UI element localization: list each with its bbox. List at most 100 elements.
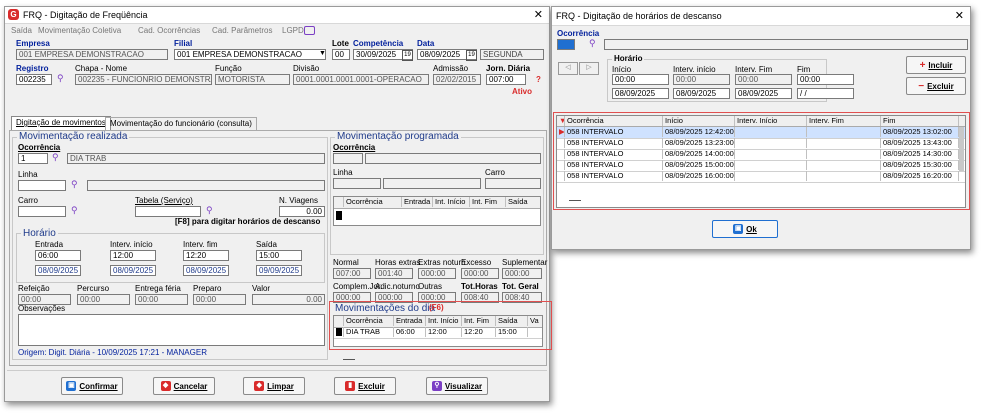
entrega-field[interactable]: 00:00 xyxy=(135,294,188,305)
carro-field[interactable] xyxy=(18,206,66,217)
excesso-field: 000:00 xyxy=(461,268,499,279)
origem-text: Origem: Digit. Diária - 10/09/2025 17:21… xyxy=(18,348,207,357)
registro-field[interactable]: 002235 xyxy=(16,74,52,85)
ocorrencia-desc xyxy=(604,39,968,50)
cancel-button[interactable]: ◆ Cancelar xyxy=(153,377,215,395)
outras-label: Outras xyxy=(418,282,443,291)
programada-grid[interactable]: Ocorrência Entrada Int. Início Int. Fim … xyxy=(333,196,541,226)
empresa-field[interactable]: 001 EMPRESA DEMONSTRACAO xyxy=(16,49,168,60)
excesso-label: Excesso xyxy=(461,258,492,267)
interv-fim-time-field[interactable]: 00:00 xyxy=(735,74,792,85)
close-icon[interactable]: ✕ xyxy=(534,8,543,21)
inicio-date-field[interactable]: 08/09/2025 xyxy=(612,88,669,99)
interv-inicio-time-field[interactable]: 00:00 xyxy=(673,74,730,85)
menu-cad-parametros[interactable]: Cad. Parâmetros xyxy=(212,26,272,35)
entrada-label: Entrada xyxy=(35,240,64,249)
saida-date-field[interactable]: 09/09/2025 xyxy=(256,265,302,276)
breaks-window: FRQ - Digitação de horários de descanso … xyxy=(551,6,971,250)
remove-button[interactable]: − Excluir xyxy=(906,77,966,95)
filial-select[interactable]: 001 EMPRESA DEMONSTRACAO xyxy=(174,49,326,60)
observacoes-field[interactable] xyxy=(18,314,325,346)
menu-movimentacao-coletiva[interactable]: Movimentação Coletiva xyxy=(38,26,121,35)
search-icon[interactable]: ⚲ xyxy=(71,179,78,190)
prog-carro-field xyxy=(485,178,541,189)
remove-icon: − xyxy=(918,80,925,92)
saida-time-field[interactable]: 15:00 xyxy=(256,250,302,261)
linha-field[interactable] xyxy=(18,180,66,191)
interv-inicio-date-field[interactable]: 08/09/2025 xyxy=(110,265,156,276)
delete-button[interactable]: ▮ Excluir xyxy=(334,377,396,395)
ok-button[interactable]: ▣ Ok xyxy=(712,220,778,238)
tabela-label: Tabela (Serviço) xyxy=(135,196,193,205)
close-icon[interactable]: ✕ xyxy=(955,9,964,22)
percurso-field[interactable]: 00:00 xyxy=(77,294,130,305)
adic-noturno-label: Adic.noturno xyxy=(375,282,420,291)
entrada-time-field[interactable]: 06:00 xyxy=(35,250,81,261)
help-icon[interactable]: ? xyxy=(536,75,541,85)
observacoes-label: Observações xyxy=(18,304,66,313)
percurso-label: Percurso xyxy=(77,284,110,293)
registro-label: Registro xyxy=(16,64,49,73)
interv-fim-time-field[interactable]: 12:20 xyxy=(183,250,229,261)
menu-cad-ocorrencias[interactable]: Cad. Ocorrências xyxy=(138,26,200,35)
view-button[interactable]: ⚲ Visualizar xyxy=(426,377,488,395)
programada-title: Movimentação programada xyxy=(335,131,461,142)
valor-field[interactable]: 0.00 xyxy=(252,294,325,305)
competencia-label: Competência xyxy=(353,39,404,48)
tab-consulta[interactable]: Movimentação do funcionário (consulta) xyxy=(105,117,257,130)
nav-prev-icon[interactable]: ◁ xyxy=(558,62,578,75)
chapa-field: 002235 - FUNCIONRIO DEMONSTRACA xyxy=(75,74,212,85)
data-label: Data xyxy=(417,39,435,48)
menu-saida[interactable]: Saída xyxy=(11,26,32,35)
interv-fim-date-field[interactable]: 08/09/2025 xyxy=(183,265,229,276)
linha-desc-field xyxy=(87,180,325,191)
add-button[interactable]: + Incluir xyxy=(906,56,966,74)
interv-inicio-date-field[interactable]: 08/09/2025 xyxy=(673,88,730,99)
search-icon[interactable]: ⚲ xyxy=(52,152,59,163)
save-icon: ▣ xyxy=(66,381,77,391)
calendar-icon[interactable]: 19 xyxy=(466,50,477,61)
carro-label: Carro xyxy=(18,196,39,205)
nav-next-icon[interactable]: ▷ xyxy=(579,62,599,75)
tabela-field[interactable] xyxy=(135,206,201,217)
divisao-label: Divisão xyxy=(293,64,320,73)
inicio-time-field[interactable]: 00:00 xyxy=(612,74,669,85)
funcao-field: MOTORISTA xyxy=(215,74,290,85)
search-icon[interactable]: ⚲ xyxy=(57,73,64,84)
interv-fim-label: Interv. fim xyxy=(183,240,218,249)
filial-label: Filial xyxy=(174,39,193,48)
interv-inicio-time-field[interactable]: 12:00 xyxy=(110,250,156,261)
jornada-label: Jorn. Diária xyxy=(486,64,531,73)
fim-date-field[interactable]: / / xyxy=(797,88,854,99)
tab-digitacao[interactable]: Digitação de movimentos xyxy=(11,116,111,130)
chevron-down-icon[interactable]: ▼ xyxy=(319,50,326,57)
weekday-field: SEGUNDA xyxy=(480,49,544,60)
horario-title: Horário xyxy=(612,54,645,64)
lote-field[interactable]: 00 xyxy=(332,49,350,60)
add-icon: + xyxy=(919,59,926,71)
normal-label: Normal xyxy=(333,258,359,267)
entrada-date-field[interactable]: 08/09/2025 xyxy=(35,265,81,276)
chat-icon[interactable] xyxy=(304,26,315,35)
search-icon[interactable]: ⚲ xyxy=(589,38,596,49)
prog-ocorrencia-label: Ocorrência xyxy=(333,143,376,152)
admissao-field: 02/02/2015 xyxy=(433,74,481,85)
menu-lgpd[interactable]: LGPD xyxy=(282,26,304,35)
jornada-field[interactable]: 007:00 xyxy=(486,74,526,85)
search-icon[interactable]: ⚲ xyxy=(71,205,78,216)
row-indicator-icon xyxy=(336,211,342,220)
preparo-field[interactable]: 00:00 xyxy=(193,294,246,305)
interv-fim-date-field[interactable]: 08/09/2025 xyxy=(735,88,792,99)
ocorrencia-code-field[interactable]: 1 xyxy=(18,153,48,164)
clear-button[interactable]: ◆ Limpar xyxy=(243,377,305,395)
empresa-label: Empresa xyxy=(16,39,50,48)
ocorrencia-field[interactable] xyxy=(557,39,575,50)
fim-time-field[interactable]: 00:00 xyxy=(797,74,854,85)
app-logo-icon: G xyxy=(8,9,19,20)
extras-noturn-field: 000:00 xyxy=(418,268,456,279)
entrega-label: Entrega féria xyxy=(135,284,181,293)
viagens-field[interactable]: 0.00 xyxy=(279,206,325,217)
confirm-button[interactable]: ▣ Confirmar xyxy=(61,377,123,395)
search-icon[interactable]: ⚲ xyxy=(206,205,213,216)
calendar-icon[interactable]: 19 xyxy=(402,50,413,61)
